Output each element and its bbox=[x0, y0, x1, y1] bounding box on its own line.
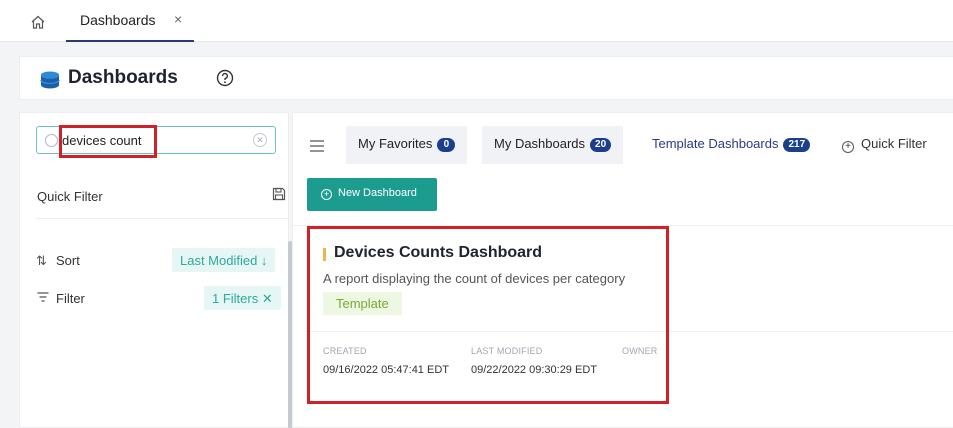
sort-icon: ⇅ bbox=[36, 253, 47, 268]
tab-my-favorites[interactable]: My Favorites 0 bbox=[346, 126, 468, 164]
tab-label: My Favorites bbox=[358, 136, 433, 151]
save-icon[interactable] bbox=[272, 187, 286, 201]
quick-filter-button[interactable]: + Quick Filter bbox=[830, 126, 939, 164]
tab-my-dashboards[interactable]: My Dashboards 20 bbox=[482, 126, 624, 164]
sort-row[interactable]: ⇅ Sort Last Modified ↓ bbox=[36, 248, 288, 274]
filter-label: Filter bbox=[56, 291, 85, 306]
count-badge: 20 bbox=[590, 137, 612, 152]
count-badge: 0 bbox=[437, 137, 456, 152]
quick-filter-text: Quick Filter bbox=[861, 136, 927, 151]
page-header: Dashboards bbox=[19, 56, 953, 100]
divider bbox=[36, 218, 288, 219]
help-circle-icon[interactable] bbox=[216, 69, 234, 87]
tab-dashboards[interactable]: Dashboards × bbox=[66, 0, 194, 42]
menu-icon[interactable] bbox=[310, 140, 324, 152]
sort-label: Sort bbox=[56, 253, 80, 268]
tab-label: My Dashboards bbox=[494, 136, 586, 151]
tab-dashboards-label: Dashboards bbox=[80, 12, 156, 28]
filter-value-chip[interactable]: 1 Filters ✕ bbox=[204, 286, 281, 310]
dashboard-list-panel: My Favorites 0 My Dashboards 20 Template D… bbox=[292, 112, 953, 428]
filter-row[interactable]: Filter 1 Filters ✕ bbox=[36, 286, 288, 312]
new-dashboard-label: New Dashboard bbox=[338, 187, 417, 199]
close-icon[interactable]: × bbox=[174, 11, 182, 27]
tab-template-dashboards[interactable]: Template Dashboards 217 bbox=[640, 126, 823, 164]
top-tab-bar: Dashboards × bbox=[0, 0, 953, 42]
database-icon bbox=[40, 71, 60, 89]
plus-circle-icon: + bbox=[842, 141, 854, 153]
home-icon[interactable] bbox=[30, 14, 46, 30]
filter-panel: ✕ Quick Filter ⇅ Sort Last Modified ↓ Fi… bbox=[19, 112, 292, 428]
new-dashboard-button[interactable]: + New Dashboard bbox=[307, 178, 437, 211]
plus-circle-icon: + bbox=[321, 189, 332, 200]
filter-lines-icon bbox=[37, 292, 49, 302]
filter-list: Quick Filter ⇅ Sort Last Modified ↓ Filt… bbox=[36, 113, 288, 428]
sort-value-chip[interactable]: Last Modified ↓ bbox=[172, 248, 276, 272]
count-badge: 217 bbox=[783, 137, 811, 152]
tab-label: Template Dashboards bbox=[652, 136, 779, 151]
quick-filter-label: Quick Filter bbox=[37, 189, 103, 204]
page-title: Dashboards bbox=[68, 67, 178, 88]
highlight-card bbox=[307, 226, 669, 404]
